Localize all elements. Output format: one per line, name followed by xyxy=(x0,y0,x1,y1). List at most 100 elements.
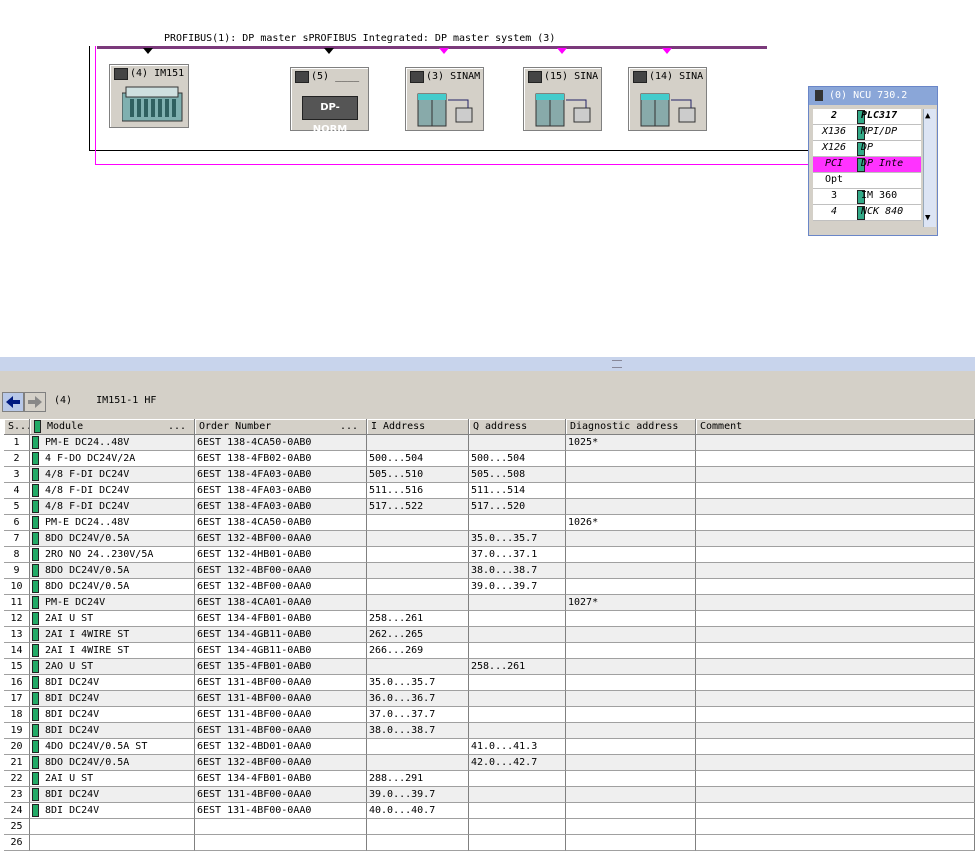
order-number-cell[interactable]: 6EST 138-4FA03-0AB0 xyxy=(195,467,367,483)
order-number-cell[interactable]: 6EST 138-4CA01-0AA0 xyxy=(195,595,367,611)
table-row[interactable]: 4 4/8 F-DI DC24V 6EST 138-4FA03-0AB0 511...… xyxy=(4,483,975,499)
diagnostic-address-cell[interactable]: 1027* xyxy=(566,595,696,611)
module-cell[interactable]: PM-E DC24..48V xyxy=(30,515,195,531)
order-number-cell[interactable]: 6EST 134-4FB01-0AB0 xyxy=(195,771,367,787)
station-sinamics-3[interactable]: (3) SINAM xyxy=(405,67,484,131)
order-number-cell[interactable]: 6EST 134-4GB11-0AB0 xyxy=(195,627,367,643)
order-number-cell[interactable]: 6EST 134-4GB11-0AB0 xyxy=(195,643,367,659)
i-address-cell[interactable] xyxy=(367,563,469,579)
module-cell[interactable]: 2AI U ST xyxy=(30,771,195,787)
slot-cell[interactable]: 25 xyxy=(4,819,30,835)
nav-forward-button[interactable] xyxy=(24,392,46,412)
diagnostic-address-cell[interactable] xyxy=(566,531,696,547)
table-row[interactable]: 22 2AI U ST 6EST 134-4FB01-0AB0 288...291 xyxy=(4,771,975,787)
comment-cell[interactable] xyxy=(696,819,975,835)
rack-row[interactable]: 2 PLC317 xyxy=(813,109,921,125)
i-address-cell[interactable] xyxy=(367,755,469,771)
comment-cell[interactable] xyxy=(696,787,975,803)
table-row[interactable]: 13 2AI I 4WIRE ST 6EST 134-4GB11-0AB0 262..… xyxy=(4,627,975,643)
comment-cell[interactable] xyxy=(696,595,975,611)
q-address-cell[interactable]: 500...504 xyxy=(469,451,566,467)
table-row[interactable]: 1 PM-E DC24..48V 6EST 138-4CA50-0AB0 1025* xyxy=(4,435,975,451)
comment-cell[interactable] xyxy=(696,643,975,659)
order-number-cell[interactable]: 6EST 135-4FB01-0AB0 xyxy=(195,659,367,675)
i-address-cell[interactable] xyxy=(367,739,469,755)
module-cell[interactable]: 2AO U ST xyxy=(30,659,195,675)
column-header-comment[interactable]: Comment xyxy=(696,419,975,435)
q-address-cell[interactable] xyxy=(469,803,566,819)
q-address-cell[interactable] xyxy=(469,611,566,627)
q-address-cell[interactable] xyxy=(469,723,566,739)
q-address-cell[interactable] xyxy=(469,691,566,707)
module-cell[interactable]: PM-E DC24V xyxy=(30,595,195,611)
column-header-module[interactable]: Module... xyxy=(30,419,195,435)
module-cell[interactable]: 8DI DC24V xyxy=(30,707,195,723)
table-row[interactable]: 24 8DI DC24V 6EST 131-4BF00-0AA0 40.0...40.… xyxy=(4,803,975,819)
diagnostic-address-cell[interactable]: 1026* xyxy=(566,515,696,531)
order-number-cell[interactable]: 6EST 138-4CA50-0AB0 xyxy=(195,515,367,531)
slot-cell[interactable]: 12 xyxy=(4,611,30,627)
module-cell[interactable]: 2AI I 4WIRE ST xyxy=(30,643,195,659)
column-header-diagnostic-address[interactable]: Diagnostic address xyxy=(566,419,696,435)
table-row[interactable]: 14 2AI I 4WIRE ST 6EST 134-4GB11-0AB0 266..… xyxy=(4,643,975,659)
diagnostic-address-cell[interactable] xyxy=(566,483,696,499)
i-address-cell[interactable] xyxy=(367,547,469,563)
diagnostic-address-cell[interactable] xyxy=(566,675,696,691)
comment-cell[interactable] xyxy=(696,675,975,691)
comment-cell[interactable] xyxy=(696,579,975,595)
table-row[interactable]: 18 8DI DC24V 6EST 131-4BF00-0AA0 37.0...37.… xyxy=(4,707,975,723)
q-address-cell[interactable] xyxy=(469,707,566,723)
table-row[interactable]: 11 PM-E DC24V 6EST 138-4CA01-0AA0 1027* xyxy=(4,595,975,611)
order-number-cell[interactable] xyxy=(195,835,367,851)
table-row[interactable]: 17 8DI DC24V 6EST 131-4BF00-0AA0 36.0...36.… xyxy=(4,691,975,707)
q-address-cell[interactable]: 505...508 xyxy=(469,467,566,483)
slot-cell[interactable]: 4 xyxy=(4,483,30,499)
module-cell[interactable]: 8DI DC24V xyxy=(30,787,195,803)
module-cell[interactable]: 2RO NO 24..230V/5A xyxy=(30,547,195,563)
q-address-cell[interactable]: 39.0...39.7 xyxy=(469,579,566,595)
table-row[interactable]: 5 4/8 F-DI DC24V 6EST 138-4FA03-0AB0 517...… xyxy=(4,499,975,515)
module-cell[interactable]: 8DI DC24V xyxy=(30,675,195,691)
comment-cell[interactable] xyxy=(696,627,975,643)
comment-cell[interactable] xyxy=(696,563,975,579)
diagnostic-address-cell[interactable] xyxy=(566,787,696,803)
diagnostic-address-cell[interactable] xyxy=(566,755,696,771)
slot-cell[interactable]: 1 xyxy=(4,435,30,451)
table-row[interactable]: 23 8DI DC24V 6EST 131-4BF00-0AA0 39.0...39.… xyxy=(4,787,975,803)
comment-cell[interactable] xyxy=(696,467,975,483)
module-cell[interactable]: 8DO DC24V/0.5A xyxy=(30,563,195,579)
station-im151[interactable]: (4) IM151 xyxy=(109,64,189,128)
table-row[interactable]: 9 8DO DC24V/0.5A 6EST 132-4BF00-0AA0 38.0..… xyxy=(4,563,975,579)
slot-cell[interactable]: 24 xyxy=(4,803,30,819)
rack-row[interactable]: 3 IM 360 xyxy=(813,189,921,205)
slot-cell[interactable]: 9 xyxy=(4,563,30,579)
module-cell[interactable]: 4 F-DO DC24V/2A xyxy=(30,451,195,467)
order-number-cell[interactable]: 6EST 138-4CA50-0AB0 xyxy=(195,435,367,451)
i-address-cell[interactable] xyxy=(367,819,469,835)
comment-cell[interactable] xyxy=(696,835,975,851)
order-number-cell[interactable]: 6EST 138-4FB02-0AB0 xyxy=(195,451,367,467)
module-cell[interactable]: 4DO DC24V/0.5A ST xyxy=(30,739,195,755)
diagnostic-address-cell[interactable]: 1025* xyxy=(566,435,696,451)
station-dp-norm[interactable]: (5) ____ DP-NORM xyxy=(290,67,369,135)
table-row[interactable]: 21 8DO DC24V/0.5A 6EST 132-4BF00-0AA0 42.0.… xyxy=(4,755,975,771)
diagnostic-address-cell[interactable] xyxy=(566,627,696,643)
table-row[interactable]: 7 8DO DC24V/0.5A 6EST 132-4BF00-0AA0 35.0..… xyxy=(4,531,975,547)
q-address-cell[interactable]: 258...261 xyxy=(469,659,566,675)
order-number-cell[interactable]: 6EST 132-4BD01-0AA0 xyxy=(195,739,367,755)
order-number-cell[interactable]: 6EST 131-4BF00-0AA0 xyxy=(195,803,367,819)
slot-cell[interactable]: 23 xyxy=(4,787,30,803)
order-number-cell[interactable]: 6EST 131-4BF00-0AA0 xyxy=(195,675,367,691)
slot-cell[interactable]: 15 xyxy=(4,659,30,675)
slot-cell[interactable]: 10 xyxy=(4,579,30,595)
comment-cell[interactable] xyxy=(696,435,975,451)
slot-cell[interactable]: 17 xyxy=(4,691,30,707)
q-address-cell[interactable] xyxy=(469,595,566,611)
comment-cell[interactable] xyxy=(696,739,975,755)
comment-cell[interactable] xyxy=(696,531,975,547)
comment-cell[interactable] xyxy=(696,499,975,515)
module-cell[interactable]: 8DO DC24V/0.5A xyxy=(30,579,195,595)
diagnostic-address-cell[interactable] xyxy=(566,707,696,723)
table-row[interactable]: 12 2AI U ST 6EST 134-4FB01-0AB0 258...261 xyxy=(4,611,975,627)
order-number-cell[interactable]: 6EST 132-4BF00-0AA0 xyxy=(195,531,367,547)
